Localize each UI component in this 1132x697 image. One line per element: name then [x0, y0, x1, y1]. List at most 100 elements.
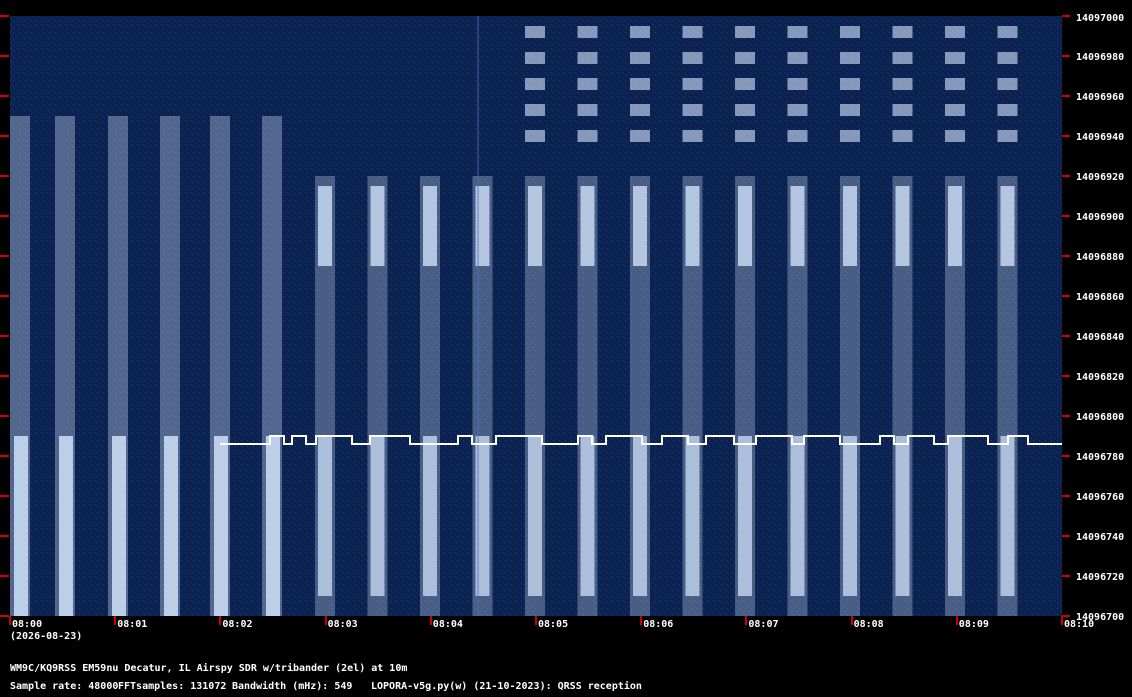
y-tick-label: 14096940: [1076, 132, 1125, 143]
signal-band: [997, 26, 1018, 38]
spectrogram-svg: [10, 16, 1062, 616]
y-tick-left: [0, 575, 9, 577]
signal-band: [787, 78, 808, 90]
signal-band: [528, 436, 542, 596]
signal-band: [423, 436, 437, 596]
x-tick: [745, 616, 748, 625]
signal-band: [682, 130, 703, 142]
x-tick-label: 08:03: [327, 619, 358, 630]
x-tick-label: 08:02: [222, 619, 253, 630]
y-tick-left: [0, 135, 9, 137]
y-tick-left: [0, 295, 9, 297]
signal-band: [892, 26, 913, 38]
signal-band: [840, 130, 860, 142]
signal-band: [895, 186, 910, 266]
x-tick-label: 08:09: [958, 619, 989, 630]
signal-band: [843, 436, 857, 596]
signal-band: [997, 130, 1018, 142]
signal-band: [735, 52, 755, 64]
y-tick-label: 14096760: [1076, 492, 1125, 503]
y-tick-left: [0, 175, 9, 177]
date-label: (2026-08-23): [10, 631, 83, 642]
x-tick: [429, 616, 432, 625]
signal-band: [577, 130, 598, 142]
spectrogram-plot: [10, 16, 1062, 616]
y-tick-label: 14097000: [1076, 13, 1125, 24]
y-tick: [1062, 15, 1070, 17]
signal-band: [787, 52, 808, 64]
y-tick-left: [0, 335, 9, 337]
signal-band: [59, 436, 73, 616]
signal-band: [528, 186, 542, 266]
x-tick: [324, 616, 327, 625]
signal-band: [787, 104, 808, 116]
signal-band: [945, 104, 965, 116]
y-tick: [1062, 335, 1070, 337]
y-tick-label: 14096780: [1076, 452, 1125, 463]
signal-band: [525, 130, 545, 142]
y-tick-label: 14096840: [1076, 332, 1125, 343]
signal-band: [577, 78, 598, 90]
y-tick-label: 14096860: [1076, 292, 1125, 303]
x-tick-label: 08:05: [538, 619, 569, 630]
x-tick-label: 08:04: [432, 619, 463, 630]
signal-band: [525, 26, 545, 38]
y-tick-left: [0, 615, 9, 617]
y-tick-left: [0, 255, 9, 257]
signal-band: [318, 436, 332, 596]
y-tick: [1062, 535, 1070, 537]
signal-band: [577, 104, 598, 116]
signal-band: [840, 26, 860, 38]
y-tick-left: [0, 215, 9, 217]
y-tick-left: [0, 495, 9, 497]
y-tick: [1062, 215, 1070, 217]
signal-band: [577, 26, 598, 38]
signal-band: [735, 26, 755, 38]
signal-band: [997, 52, 1018, 64]
signal-band: [682, 78, 703, 90]
signal-band: [735, 78, 755, 90]
signal-band: [843, 186, 857, 266]
signal-band: [525, 104, 545, 116]
signal-band: [790, 436, 805, 596]
signal-band: [945, 130, 965, 142]
y-tick: [1062, 615, 1070, 617]
signal-band: [580, 186, 595, 266]
x-tick: [219, 616, 222, 625]
signal-band: [682, 26, 703, 38]
y-tick-left: [0, 375, 9, 377]
signal-band: [787, 26, 808, 38]
signal-band: [577, 52, 598, 64]
signal-band: [945, 26, 965, 38]
signal-band: [840, 104, 860, 116]
y-tick: [1062, 455, 1070, 457]
signal-band: [892, 52, 913, 64]
signal-band: [630, 78, 650, 90]
signal-band: [318, 186, 332, 266]
signal-band: [370, 436, 385, 596]
signal-band: [735, 104, 755, 116]
signal-band: [685, 186, 700, 266]
signal-band: [945, 52, 965, 64]
y-tick-label: 14096740: [1076, 532, 1125, 543]
signal-band: [948, 436, 962, 596]
y-tick-label: 14096980: [1076, 52, 1125, 63]
signal-band: [997, 104, 1018, 116]
signal-band: [682, 104, 703, 116]
signal-band: [14, 436, 28, 616]
x-tick: [9, 616, 11, 625]
y-tick: [1062, 415, 1070, 417]
signal-band: [525, 78, 545, 90]
signal-band: [685, 436, 700, 596]
y-tick: [1062, 495, 1070, 497]
y-tick-left: [0, 95, 9, 97]
signal-band: [948, 186, 962, 266]
y-tick: [1062, 375, 1070, 377]
signal-band: [525, 52, 545, 64]
x-tick: [640, 616, 643, 625]
signal-band: [164, 436, 178, 616]
signal-band: [370, 186, 385, 266]
signal-band: [787, 130, 808, 142]
x-tick: [850, 616, 853, 625]
x-tick-label: 08:07: [748, 619, 779, 630]
